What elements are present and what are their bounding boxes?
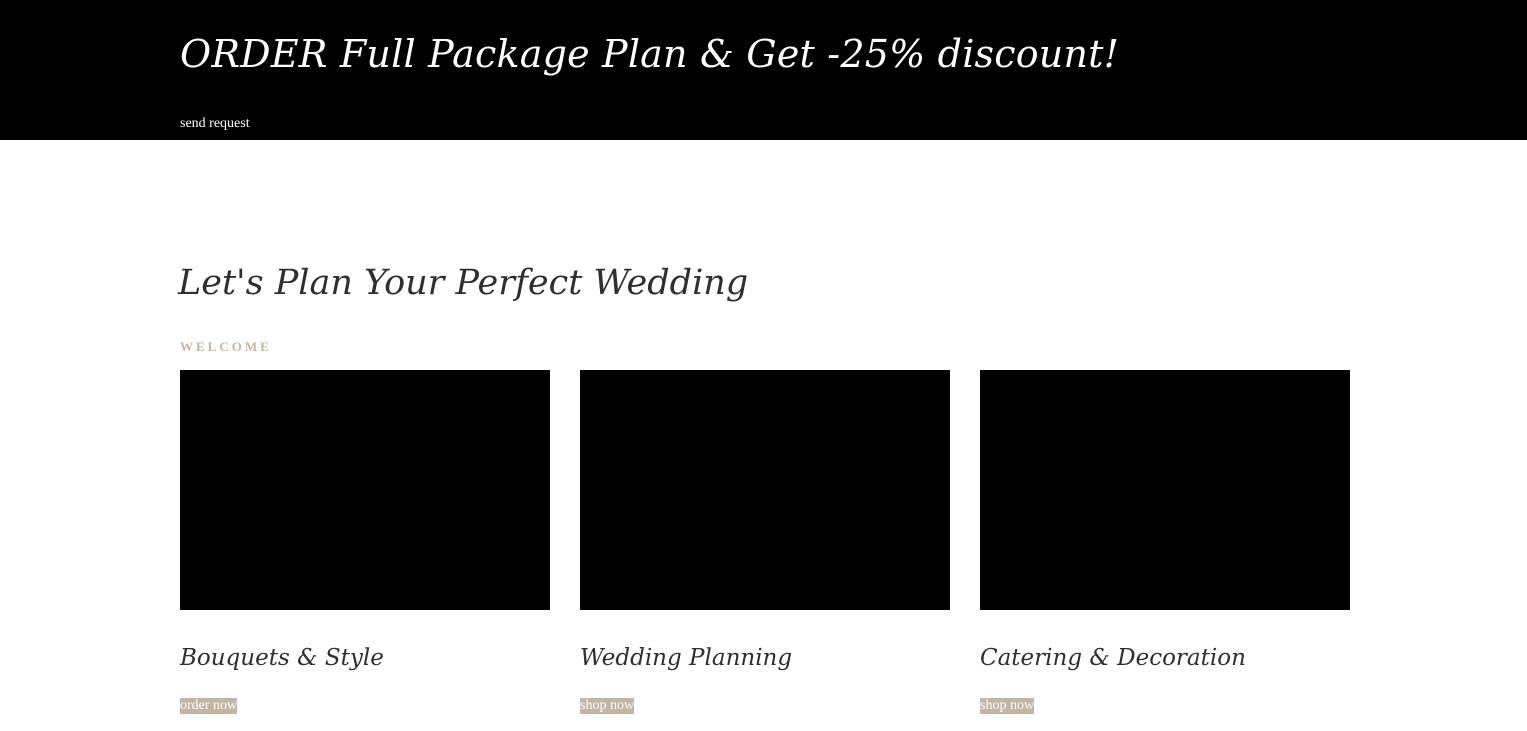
- card-title: Catering & Decoration: [980, 645, 1246, 671]
- shop-now-button[interactable]: shop now: [980, 698, 1035, 714]
- card-image: [580, 370, 950, 610]
- welcome-label: WELCOME: [180, 339, 272, 354]
- promo-title: ORDER Full Package Plan & Get -25% disco…: [180, 32, 1120, 76]
- order-now-button[interactable]: order now: [180, 698, 238, 714]
- card-image: [980, 370, 1350, 610]
- promo-banner: ORDER Full Package Plan & Get -25% disco…: [0, 0, 1527, 140]
- card-image: [180, 370, 550, 610]
- service-card-wedding-planning: Wedding Planning shop now: [580, 370, 950, 720]
- shop-now-button[interactable]: shop now: [580, 698, 635, 714]
- service-card-bouquets: Bouquets & Style order now: [180, 370, 550, 720]
- card-title: Wedding Planning: [580, 645, 793, 671]
- card-title: Bouquets & Style: [180, 645, 384, 671]
- send-request-link[interactable]: send request: [180, 116, 250, 132]
- section-title: Let's Plan Your Perfect Wedding: [178, 263, 749, 303]
- service-card-catering: Catering & Decoration shop now: [980, 370, 1350, 720]
